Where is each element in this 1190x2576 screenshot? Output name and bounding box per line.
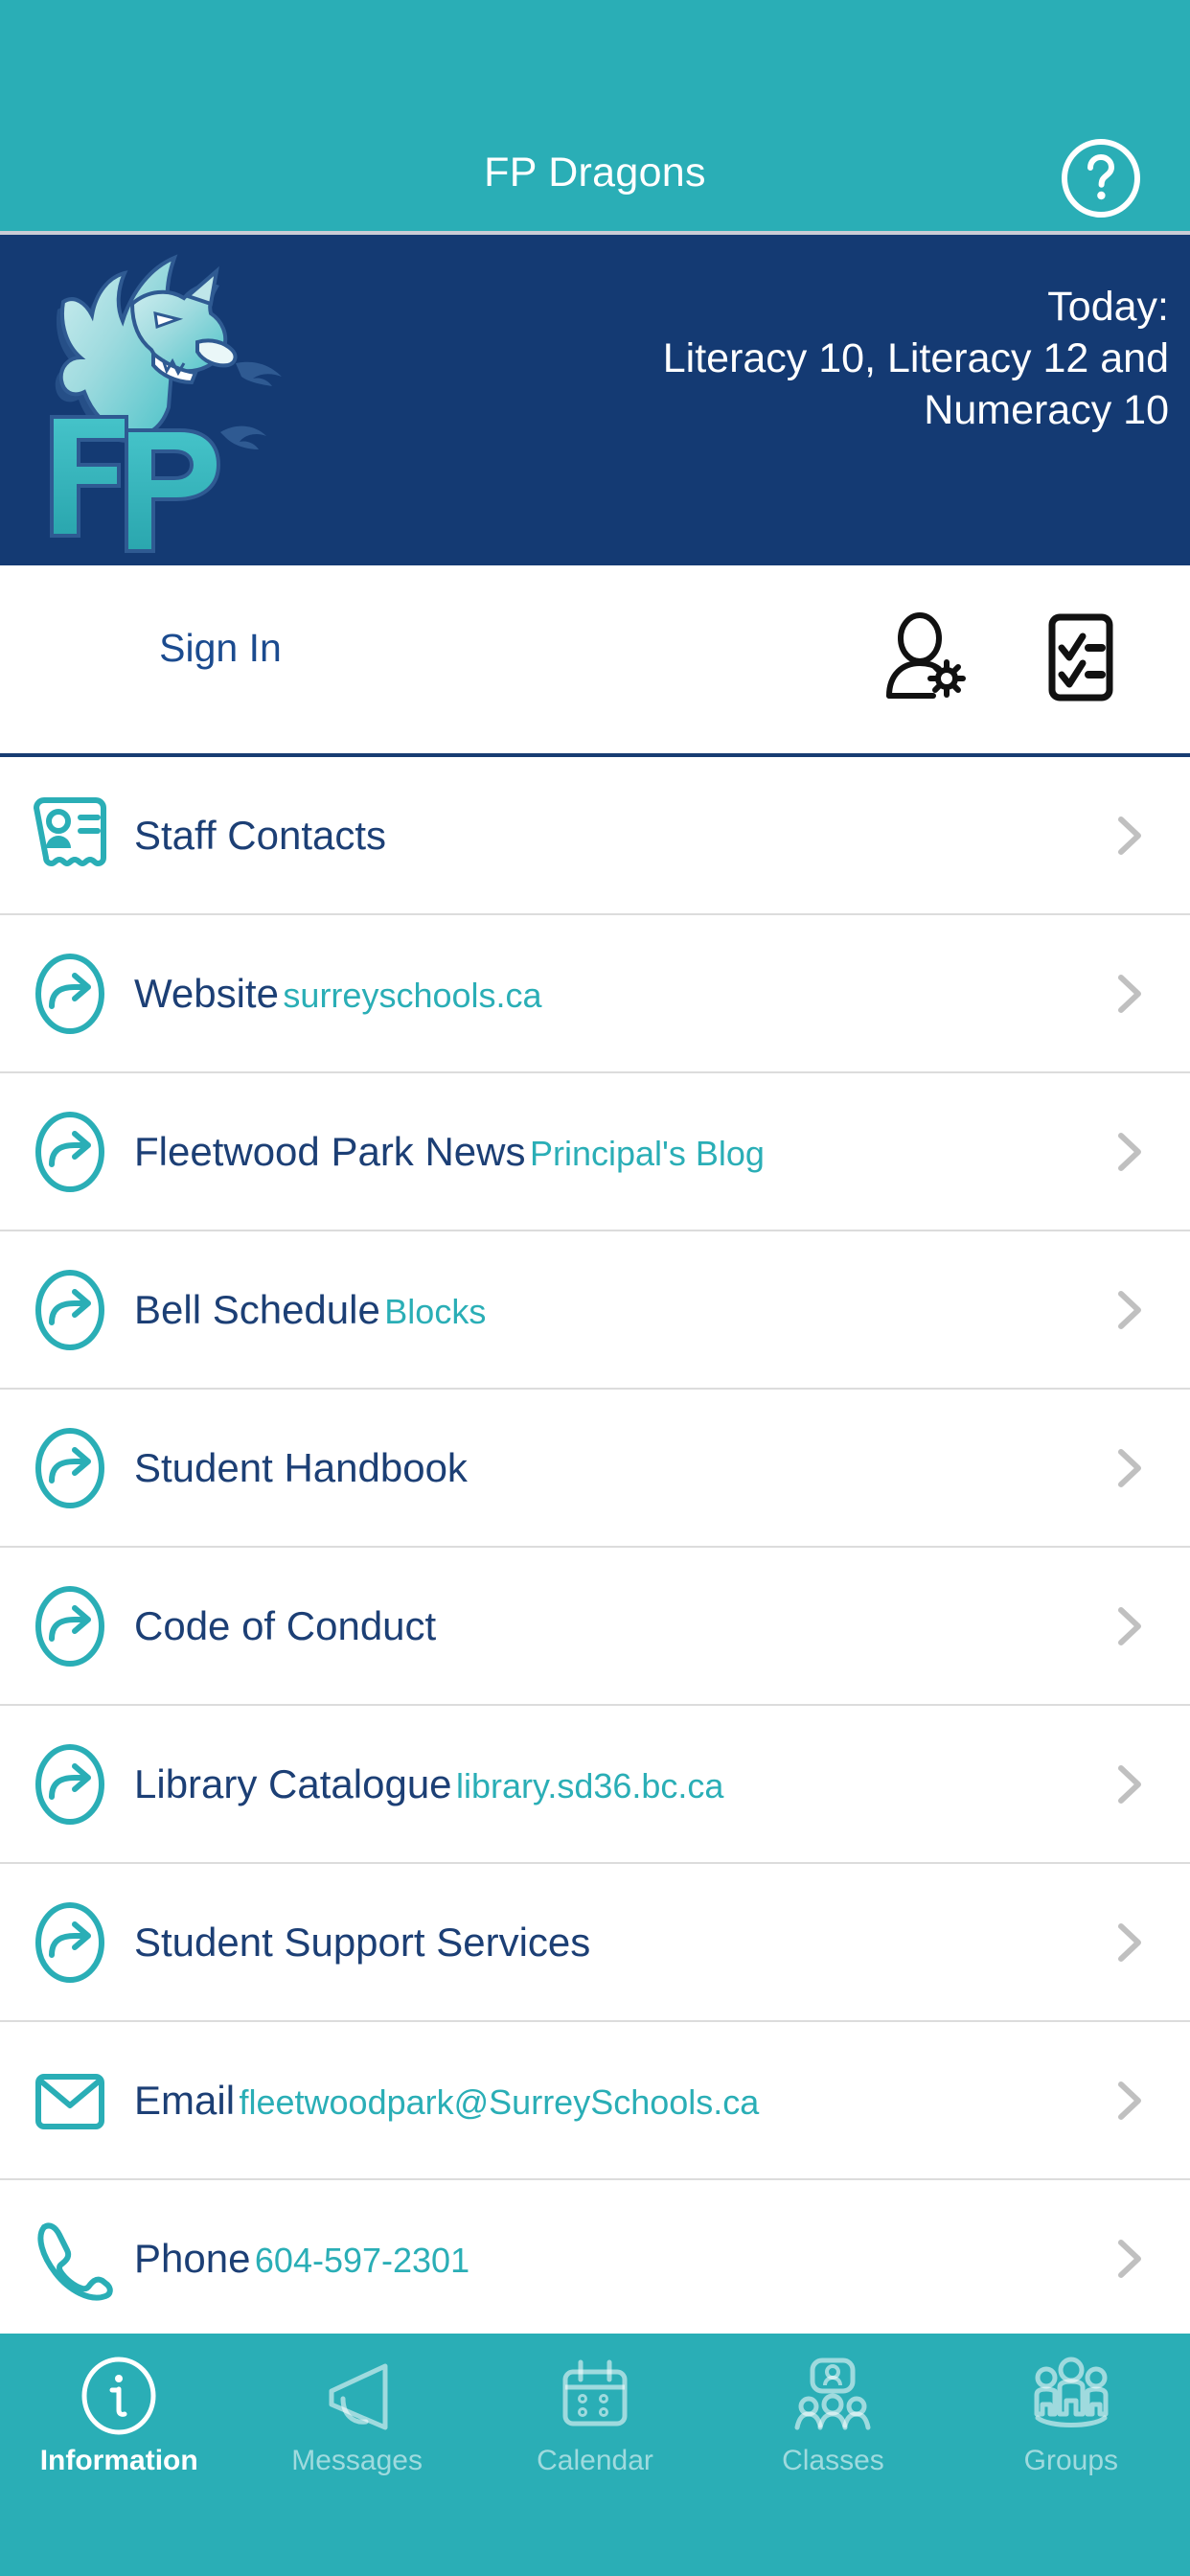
chevron-right-icon — [1104, 1917, 1156, 1968]
chevron-right-icon — [1104, 1600, 1156, 1652]
checklist-icon[interactable] — [1035, 611, 1127, 703]
list-item[interactable]: Student Support Services — [0, 1864, 1190, 2022]
bottom-tab-bar: Information Messages Calendar Classes Gr… — [0, 2334, 1190, 2576]
groups-icon — [1030, 2355, 1112, 2437]
tab-classes[interactable]: Classes — [714, 2355, 951, 2477]
tab-label: Classes — [782, 2445, 884, 2476]
today-line-1: Literacy 10, Literacy 12 and — [662, 335, 1169, 381]
user-settings-icon[interactable] — [880, 611, 972, 703]
account-bar: Sign In — [0, 565, 1190, 757]
list-item-subtitle: 604-597-2301 — [254, 2240, 470, 2280]
calendar-icon — [554, 2355, 636, 2437]
list-item-text: Staff Contacts — [134, 813, 1104, 859]
list-item-title: Code of Conduct — [134, 1602, 437, 1648]
today-announcement: Today: Literacy 10, Literacy 12 and Nume… — [498, 281, 1169, 436]
list-item[interactable]: Fleetwood Park News Principal's Blog — [0, 1073, 1190, 1231]
chevron-right-icon — [1104, 1759, 1156, 1810]
app-screen: FP Dragons Today: Literacy 10, Literacy … — [0, 0, 1190, 2576]
external-link-icon — [27, 1899, 113, 1986]
tab-label: Groups — [1023, 2445, 1119, 2476]
list-item[interactable]: Student Handbook — [0, 1390, 1190, 1548]
list-item-title: Library Catalogue — [134, 1760, 452, 1806]
list-item-text: Phone 604-597-2301 — [134, 2236, 1104, 2282]
tab-label: Calendar — [537, 2445, 653, 2476]
external-link-icon — [27, 1267, 113, 1353]
phone-icon — [27, 2216, 113, 2302]
contact-card-icon — [27, 793, 113, 879]
page-title: FP Dragons — [484, 150, 706, 196]
list-item-text: Student Handbook — [134, 1445, 1104, 1491]
envelope-icon — [27, 2058, 113, 2144]
list-item-subtitle: Principal's Blog — [529, 1133, 765, 1173]
list-item-subtitle: Blocks — [384, 1291, 487, 1331]
external-link-icon — [27, 1583, 113, 1669]
list-item[interactable]: Library Catalogue library.sd36.bc.ca — [0, 1706, 1190, 1864]
list-item-title: Bell Schedule — [134, 1286, 380, 1332]
megaphone-icon — [316, 2355, 399, 2437]
list-item[interactable]: Code of Conduct — [0, 1548, 1190, 1706]
school-banner: Today: Literacy 10, Literacy 12 and Nume… — [0, 235, 1190, 565]
list-item-text: Library Catalogue library.sd36.bc.ca — [134, 1761, 1104, 1807]
list-item-subtitle: fleetwoodpark@SurreySchools.ca — [239, 2082, 760, 2122]
top-header: FP Dragons — [0, 0, 1190, 235]
info-circle-icon — [78, 2355, 160, 2437]
list-item-text: Student Support Services — [134, 1920, 1104, 1966]
external-link-icon — [27, 1741, 113, 1828]
list-item[interactable]: Bell Schedule Blocks — [0, 1231, 1190, 1390]
account-bar-icons — [880, 611, 1127, 703]
list-item-subtitle: library.sd36.bc.ca — [455, 1765, 724, 1806]
chevron-right-icon — [1104, 2233, 1156, 2285]
list-item[interactable]: Website surreyschools.ca — [0, 915, 1190, 1073]
list-item-title: Student Support Services — [134, 1919, 591, 1965]
chevron-right-icon — [1104, 2075, 1156, 2127]
list-item[interactable]: Staff Contacts — [0, 757, 1190, 915]
list-item-text: Bell Schedule Blocks — [134, 1287, 1104, 1333]
help-circle-icon[interactable] — [1060, 137, 1142, 219]
chevron-right-icon — [1104, 1284, 1156, 1336]
list-item[interactable]: Phone 604-597-2301 — [0, 2180, 1190, 2334]
list-item-text: Fleetwood Park News Principal's Blog — [134, 1129, 1104, 1175]
chevron-right-icon — [1104, 1442, 1156, 1494]
chevron-right-icon — [1104, 968, 1156, 1020]
list-item-text: Code of Conduct — [134, 1603, 1104, 1649]
tab-messages[interactable]: Messages — [238, 2355, 475, 2477]
classes-icon — [791, 2355, 874, 2437]
list-item-subtitle: surreyschools.ca — [283, 975, 542, 1015]
list-item-title: Email — [134, 2077, 236, 2123]
information-list[interactable]: Staff Contacts Website surreyschools.ca — [0, 757, 1190, 2334]
list-item-title: Staff Contacts — [134, 812, 387, 858]
external-link-icon — [27, 951, 113, 1037]
list-item-title: Fleetwood Park News — [134, 1128, 526, 1174]
list-item-title: Phone — [134, 2235, 251, 2281]
tab-calendar[interactable]: Calendar — [476, 2355, 714, 2477]
today-label: Today: — [1047, 284, 1169, 330]
today-line-2: Numeracy 10 — [924, 387, 1169, 433]
dragon-logo — [19, 242, 297, 564]
list-item-text: Website surreyschools.ca — [134, 971, 1104, 1017]
list-item[interactable]: Email fleetwoodpark@SurreySchools.ca — [0, 2022, 1190, 2180]
list-item-title: Website — [134, 970, 279, 1016]
tab-information[interactable]: Information — [0, 2355, 238, 2477]
tab-label: Information — [39, 2445, 198, 2476]
list-item-text: Email fleetwoodpark@SurreySchools.ca — [134, 2078, 1104, 2124]
chevron-right-icon — [1104, 810, 1156, 862]
sign-in-button[interactable]: Sign In — [0, 626, 441, 671]
chevron-right-icon — [1104, 1126, 1156, 1178]
tab-groups[interactable]: Groups — [952, 2355, 1190, 2477]
external-link-icon — [27, 1109, 113, 1195]
list-item-title: Student Handbook — [134, 1444, 468, 1490]
external-link-icon — [27, 1425, 113, 1511]
tab-label: Messages — [291, 2445, 423, 2476]
